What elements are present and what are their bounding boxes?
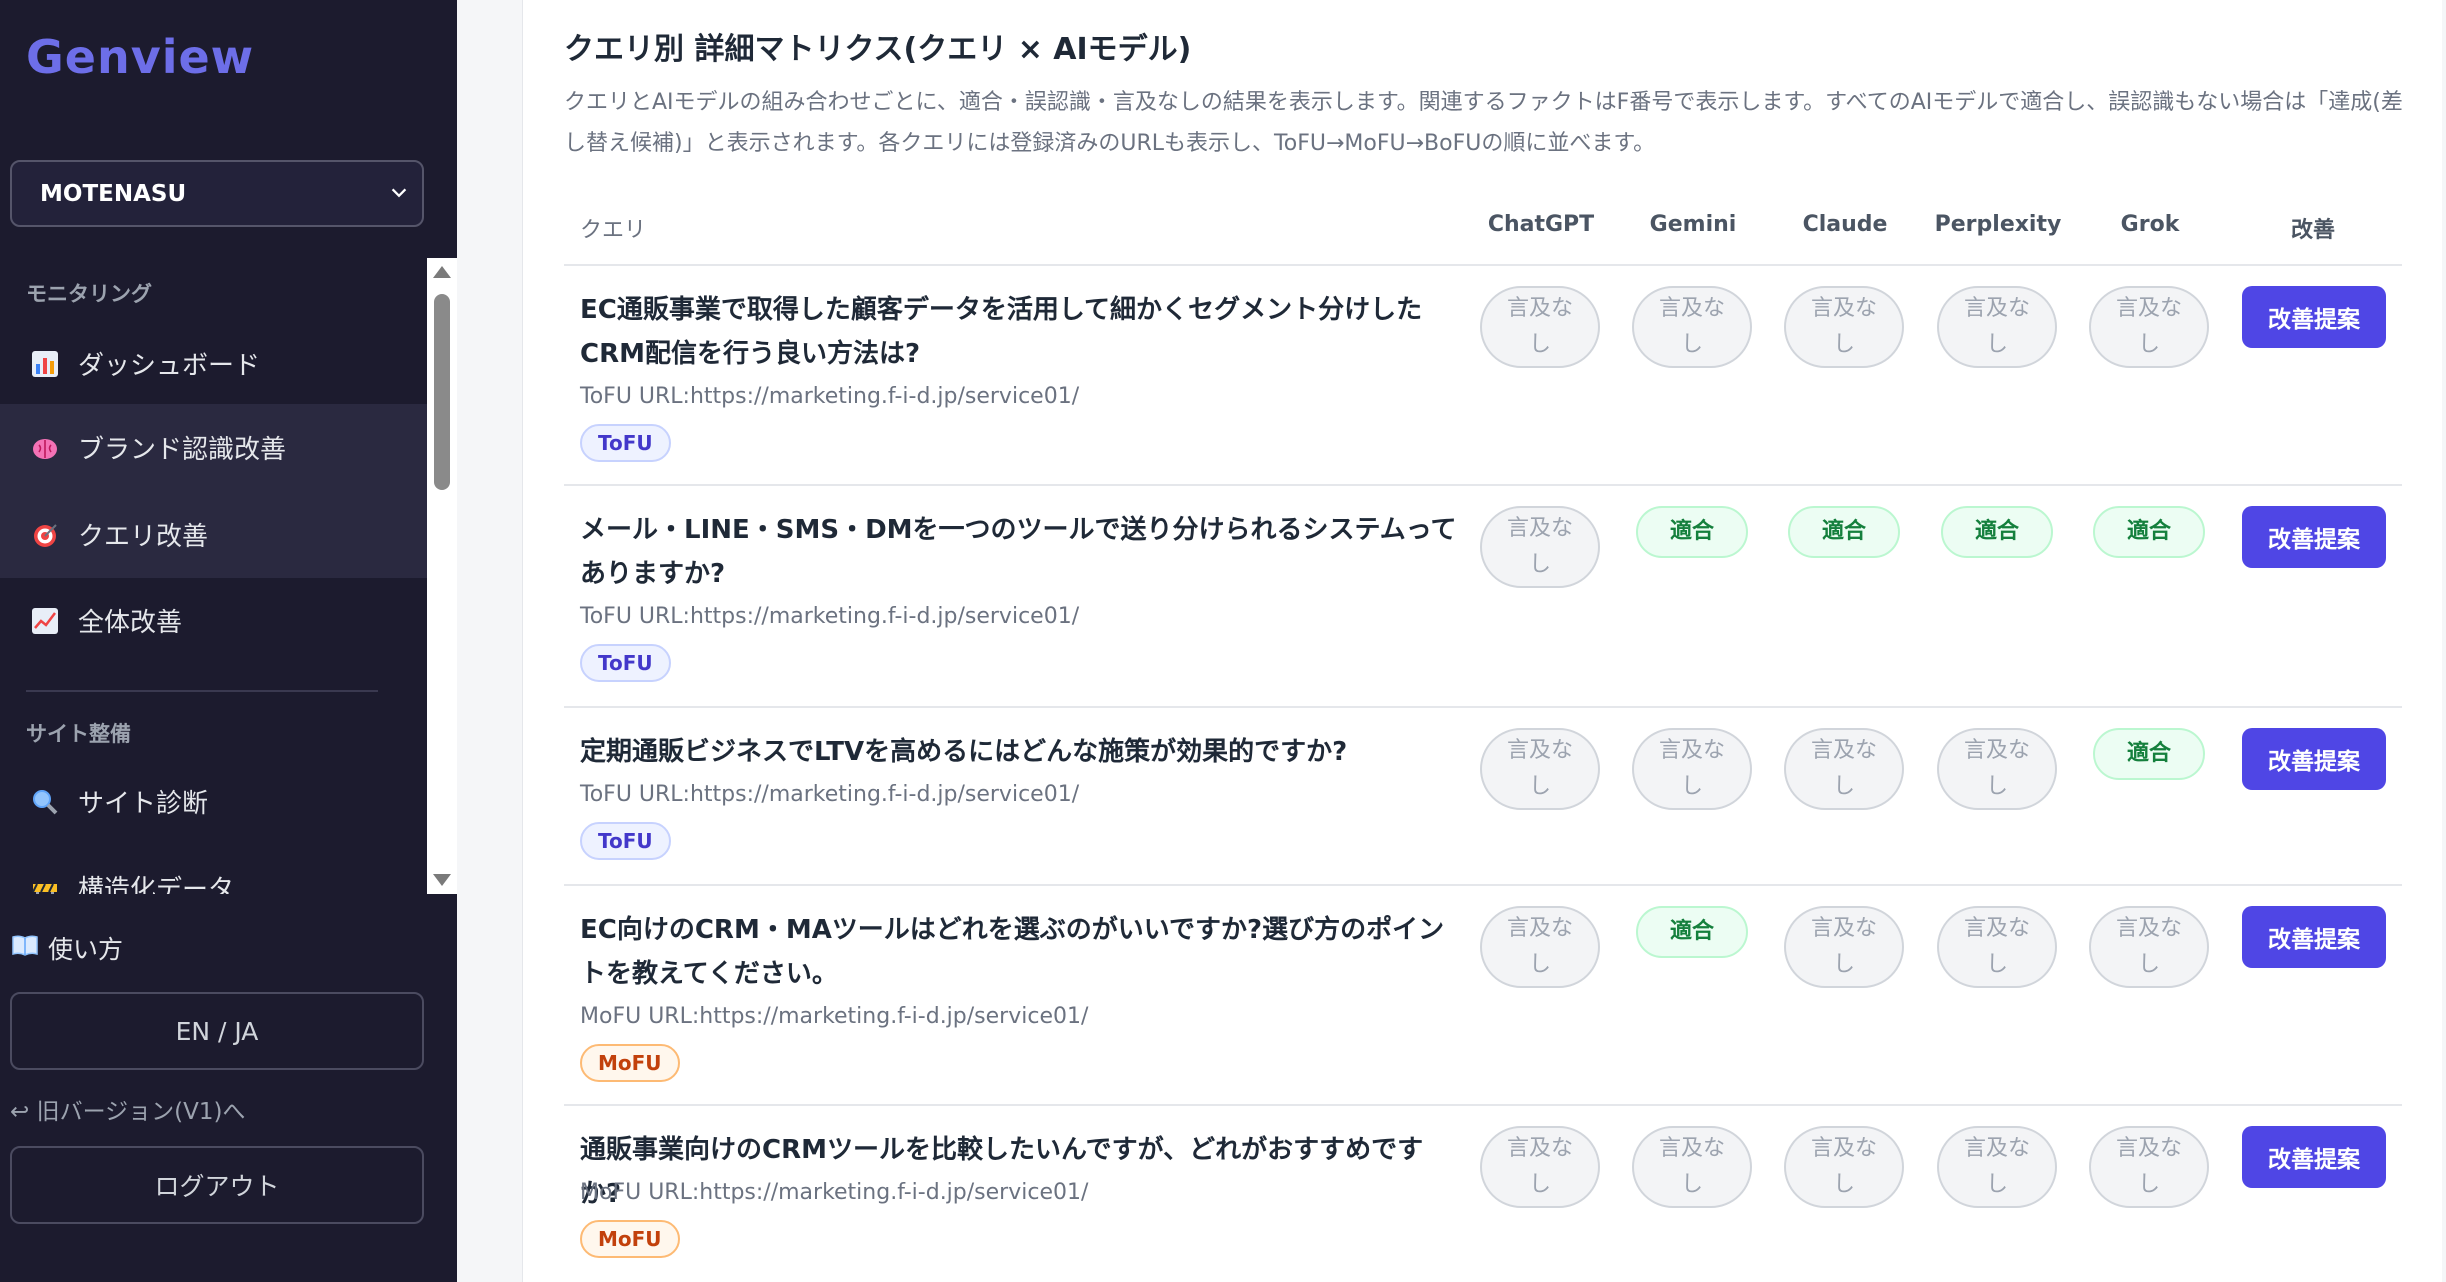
usage-link[interactable]: 使い方	[12, 930, 123, 966]
table-row: 定期通販ビジネスでLTVを高めるにはどんな施策が効果的ですか? ToFU URL…	[564, 708, 2402, 886]
stage-badge: ToFU	[580, 644, 671, 682]
stage-badge: ToFU	[580, 822, 671, 860]
result-grok: 言及なし	[2089, 906, 2209, 988]
result-perplexity: 言及なし	[1937, 728, 2057, 810]
sidebar-item-site-diagnosis[interactable]: サイト診断	[0, 758, 427, 845]
scroll-down-arrow-icon[interactable]	[433, 874, 451, 886]
stage-badge: MoFU	[580, 1220, 680, 1258]
sidebar-divider	[26, 690, 378, 692]
sidebar-item-label: 全体改善	[78, 608, 183, 638]
result-perplexity: 言及なし	[1937, 286, 2057, 368]
result-gemini: 適合	[1636, 506, 1748, 558]
sidebar-item-overall[interactable]: 全体改善	[0, 577, 427, 664]
result-claude: 言及なし	[1784, 286, 1904, 368]
logout-button[interactable]: ログアウト	[10, 1146, 424, 1224]
project-select[interactable]: MOTENASU	[10, 160, 424, 227]
result-grok: 適合	[2093, 506, 2205, 558]
table-header: クエリ ChatGPT Gemini Claude Perplexity Gro…	[564, 196, 2402, 266]
old-version-link[interactable]: ↩ 旧バージョン(V1)へ	[10, 1092, 245, 1126]
magnifier-icon	[30, 787, 60, 817]
query-text: EC向けのCRM・MAツールはどれを選ぶのがいいですか?選び方のポイントを教えて…	[580, 915, 1445, 989]
query-meta: ToFU URL:https://marketing.f-i-d.jp/serv…	[580, 384, 1080, 409]
result-grok: 言及なし	[2089, 286, 2209, 368]
query-meta: ToFU URL:https://marketing.f-i-d.jp/serv…	[580, 782, 1080, 807]
result-grok: 適合	[2093, 728, 2205, 780]
result-gemini: 言及なし	[1632, 728, 1752, 810]
section-label-site: サイト整備	[26, 722, 131, 746]
result-perplexity: 言及なし	[1937, 906, 2057, 988]
improve-button[interactable]: 改善提案	[2242, 506, 2386, 568]
sidebar-item-query[interactable]: クエリ改善	[0, 491, 427, 578]
result-gemini: 言及なし	[1632, 286, 1752, 368]
sidebar-item-structured-data[interactable]: 構造化データ	[0, 844, 427, 894]
bar-chart-icon	[30, 349, 60, 379]
page-title: クエリ別 詳細マトリクス(クエリ × AIモデル)	[564, 32, 1192, 67]
project-select-value: MOTENASU	[40, 180, 187, 207]
stage-badge: MoFU	[580, 1044, 680, 1082]
result-chatgpt: 言及なし	[1480, 506, 1600, 588]
sidebar-item-label: 構造化データ	[78, 875, 235, 894]
query-text: EC通販事業で取得した顧客データを活用して細かくセグメント分けしたCRM配信を行…	[580, 295, 1423, 369]
line-chart-icon	[30, 606, 60, 636]
chevron-down-icon	[391, 188, 407, 198]
column-header-query: クエリ	[580, 218, 647, 243]
brain-icon	[30, 433, 60, 463]
result-claude: 言及なし	[1784, 906, 1904, 988]
result-claude: 適合	[1788, 506, 1900, 558]
column-header-gemini: Gemini	[1649, 212, 1737, 237]
result-gemini: 言及なし	[1632, 1126, 1752, 1208]
improve-button[interactable]: 改善提案	[2242, 906, 2386, 968]
scroll-thumb[interactable]	[434, 294, 450, 490]
table-row: メール・LINE・SMS・DMを一つのツールで送り分けられるシステムってあります…	[564, 486, 2402, 708]
result-gemini: 適合	[1636, 906, 1748, 958]
result-perplexity: 適合	[1941, 506, 2053, 558]
result-chatgpt: 言及なし	[1480, 1126, 1600, 1208]
query-meta: MoFU URL:https://marketing.f-i-d.jp/serv…	[580, 1180, 1089, 1205]
result-chatgpt: 言及なし	[1480, 906, 1600, 988]
target-icon	[30, 520, 60, 550]
table-row: EC通販事業で取得した顧客データを活用して細かくセグメント分けしたCRM配信を行…	[564, 266, 2402, 486]
app-logo[interactable]: Genview	[26, 30, 254, 84]
scroll-up-arrow-icon[interactable]	[433, 266, 451, 278]
query-text: 定期通販ビジネスでLTVを高めるにはどんな施策が効果的ですか?	[580, 737, 1348, 767]
section-label-monitoring: モニタリング	[26, 282, 152, 306]
column-header-claude: Claude	[1802, 212, 1888, 237]
sidebar-item-label: サイト診断	[78, 789, 209, 819]
improve-button[interactable]: 改善提案	[2242, 286, 2386, 348]
query-meta: MoFU URL:https://marketing.f-i-d.jp/serv…	[580, 1004, 1089, 1029]
result-claude: 言及なし	[1784, 1126, 1904, 1208]
result-perplexity: 言及なし	[1937, 1126, 2057, 1208]
language-toggle-button[interactable]: EN / JA	[10, 992, 424, 1070]
sidebar-scrollbar[interactable]	[427, 258, 457, 894]
query-text: メール・LINE・SMS・DMを一つのツールで送り分けられるシステムってあります…	[580, 515, 1457, 589]
improve-button[interactable]: 改善提案	[2242, 1126, 2386, 1188]
result-grok: 言及なし	[2089, 1126, 2209, 1208]
book-icon	[12, 934, 38, 962]
sidebar-item-label: ブランド認識改善	[78, 435, 287, 465]
sidebar-item-dashboard[interactable]: ダッシュボード	[0, 320, 427, 407]
result-chatgpt: 言及なし	[1480, 728, 1600, 810]
stage-badge: ToFU	[580, 424, 671, 462]
column-header-grok: Grok	[2120, 212, 2180, 237]
page-description: クエリとAIモデルの組み合わせごとに、適合・誤認識・言及なしの結果を表示します。…	[564, 90, 2403, 156]
construction-icon	[30, 873, 60, 894]
sidebar: Genview MOTENASU モニタリング ダッシュボード ブランド認識改善…	[0, 0, 457, 1282]
sidebar-item-label: クエリ改善	[78, 522, 209, 552]
table-row: EC向けのCRM・MAツールはどれを選ぶのがいいですか?選び方のポイントを教えて…	[564, 886, 2402, 1106]
usage-label: 使い方	[48, 935, 124, 964]
result-chatgpt: 言及なし	[1480, 286, 1600, 368]
sidebar-nav: モニタリング ダッシュボード ブランド認識改善 クエリ改善 全体改善 サイト整備…	[0, 258, 427, 894]
column-header-chatgpt: ChatGPT	[1487, 212, 1595, 237]
column-header-perplexity: Perplexity	[1934, 212, 2062, 237]
sidebar-item-brand[interactable]: ブランド認識改善	[0, 404, 427, 491]
improve-button[interactable]: 改善提案	[2242, 728, 2386, 790]
column-header-improve: 改善	[2290, 218, 2335, 243]
result-claude: 言及なし	[1784, 728, 1904, 810]
table-row: 通販事業向けのCRMツールを比較したいんですが、どれがおすすめですか? MoFU…	[564, 1106, 2402, 1282]
query-meta: ToFU URL:https://marketing.f-i-d.jp/serv…	[580, 604, 1080, 629]
sidebar-item-label: ダッシュボード	[78, 351, 261, 381]
